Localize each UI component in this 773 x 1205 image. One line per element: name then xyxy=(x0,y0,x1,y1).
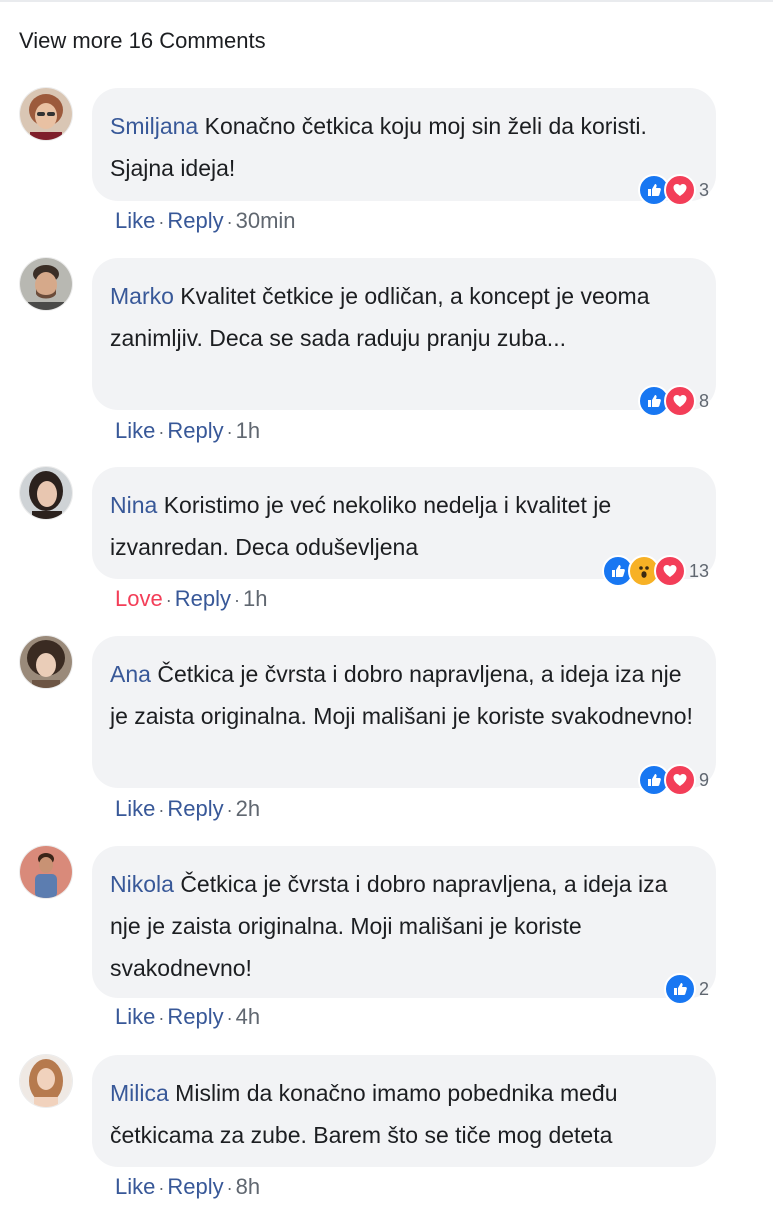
comment-actions: Like · Reply · 4h xyxy=(115,1004,260,1030)
timestamp[interactable]: 4h xyxy=(236,1004,260,1029)
separator: · xyxy=(233,590,240,610)
reactions[interactable]: 2 xyxy=(663,973,709,1005)
comment-bubble: Marko Kvalitet četkice je odličan, a kon… xyxy=(92,258,716,410)
separator: · xyxy=(226,212,233,232)
comment-text: Nikola Četkica je čvrsta i dobro napravl… xyxy=(110,863,696,989)
comment-actions: Love · Reply · 1h xyxy=(115,586,267,612)
love-icon xyxy=(663,764,696,796)
comment-author[interactable]: Milica xyxy=(110,1080,169,1106)
reaction-count: 13 xyxy=(688,560,709,581)
reaction-count: 2 xyxy=(698,978,709,999)
comment-text: Marko Kvalitet četkice je odličan, a kon… xyxy=(110,275,696,359)
comment-actions: Like · Reply · 8h xyxy=(115,1174,260,1200)
reply-button[interactable]: Reply xyxy=(167,1174,223,1199)
timestamp[interactable]: 8h xyxy=(236,1174,260,1199)
separator: · xyxy=(226,1178,233,1198)
timestamp[interactable]: 1h xyxy=(243,586,267,611)
comment-text: Milica Mislim da konačno imamo pobednika… xyxy=(110,1072,696,1156)
reactions[interactable]: 8 xyxy=(637,385,709,417)
reactions[interactable]: 13 xyxy=(601,555,709,587)
timestamp[interactable]: 1h xyxy=(236,418,260,443)
timestamp[interactable]: 30min xyxy=(236,208,296,233)
comment-author[interactable]: Marko xyxy=(110,283,174,309)
like-button[interactable]: Like xyxy=(115,1004,155,1029)
comment-author[interactable]: Ana xyxy=(110,661,151,687)
separator: · xyxy=(158,1178,165,1198)
reactions[interactable]: 3 xyxy=(637,174,709,206)
comment-author[interactable]: Nina xyxy=(110,492,157,518)
like-icon xyxy=(663,973,696,1005)
reply-button[interactable]: Reply xyxy=(175,586,231,611)
separator: · xyxy=(158,212,165,232)
reaction-count: 3 xyxy=(698,179,709,200)
comment-actions: Like · Reply · 2h xyxy=(115,796,260,822)
reactions[interactable]: 9 xyxy=(637,764,709,796)
comment-body: Mislim da konačno imamo pobednika među č… xyxy=(110,1080,618,1148)
comment-body: Četkica je čvrsta i dobro napravljena, a… xyxy=(110,871,668,981)
separator: · xyxy=(158,422,165,442)
avatar[interactable] xyxy=(20,636,72,688)
love-icon xyxy=(663,385,696,417)
comment-bubble: Milica Mislim da konačno imamo pobednika… xyxy=(92,1055,716,1167)
comment-bubble: Smiljana Konačno četkica koju moj sin že… xyxy=(92,88,716,201)
like-button[interactable]: Like xyxy=(115,796,155,821)
love-icon xyxy=(653,555,686,587)
reply-button[interactable]: Reply xyxy=(167,208,223,233)
reply-button[interactable]: Reply xyxy=(167,1004,223,1029)
avatar[interactable] xyxy=(20,88,72,140)
avatar[interactable] xyxy=(20,1055,72,1107)
comment-bubble: Nikola Četkica je čvrsta i dobro napravl… xyxy=(92,846,716,998)
comment-author[interactable]: Smiljana xyxy=(110,113,198,139)
view-more-comments-link[interactable]: View more 16 Comments xyxy=(19,28,266,54)
reply-button[interactable]: Reply xyxy=(167,796,223,821)
comment-bubble: Ana Četkica je čvrsta i dobro napravljen… xyxy=(92,636,716,788)
comment-actions: Like · Reply · 30min xyxy=(115,208,296,234)
comment-body: Kvalitet četkice je odličan, a koncept j… xyxy=(110,283,650,351)
separator: · xyxy=(158,1008,165,1028)
separator: · xyxy=(158,800,165,820)
love-button[interactable]: Love xyxy=(115,586,163,611)
separator: · xyxy=(165,590,172,610)
comment-author[interactable]: Nikola xyxy=(110,871,174,897)
like-button[interactable]: Like xyxy=(115,418,155,443)
avatar[interactable] xyxy=(20,467,72,519)
reaction-count: 9 xyxy=(698,769,709,790)
timestamp[interactable]: 2h xyxy=(236,796,260,821)
separator: · xyxy=(226,1008,233,1028)
avatar[interactable] xyxy=(20,258,72,310)
comment-text: Ana Četkica je čvrsta i dobro napravljen… xyxy=(110,653,696,737)
top-divider xyxy=(0,0,773,2)
like-button[interactable]: Like xyxy=(115,1174,155,1199)
comment-actions: Like · Reply · 1h xyxy=(115,418,260,444)
comment-body: Koristimo je već nekoliko nedelja i kval… xyxy=(110,492,612,560)
comment-text: Smiljana Konačno četkica koju moj sin že… xyxy=(110,105,696,189)
separator: · xyxy=(226,800,233,820)
reply-button[interactable]: Reply xyxy=(167,418,223,443)
reaction-count: 8 xyxy=(698,390,709,411)
comment-body: Četkica je čvrsta i dobro napravljena, a… xyxy=(110,661,693,729)
avatar[interactable] xyxy=(20,846,72,898)
separator: · xyxy=(226,422,233,442)
love-icon xyxy=(663,174,696,206)
like-button[interactable]: Like xyxy=(115,208,155,233)
